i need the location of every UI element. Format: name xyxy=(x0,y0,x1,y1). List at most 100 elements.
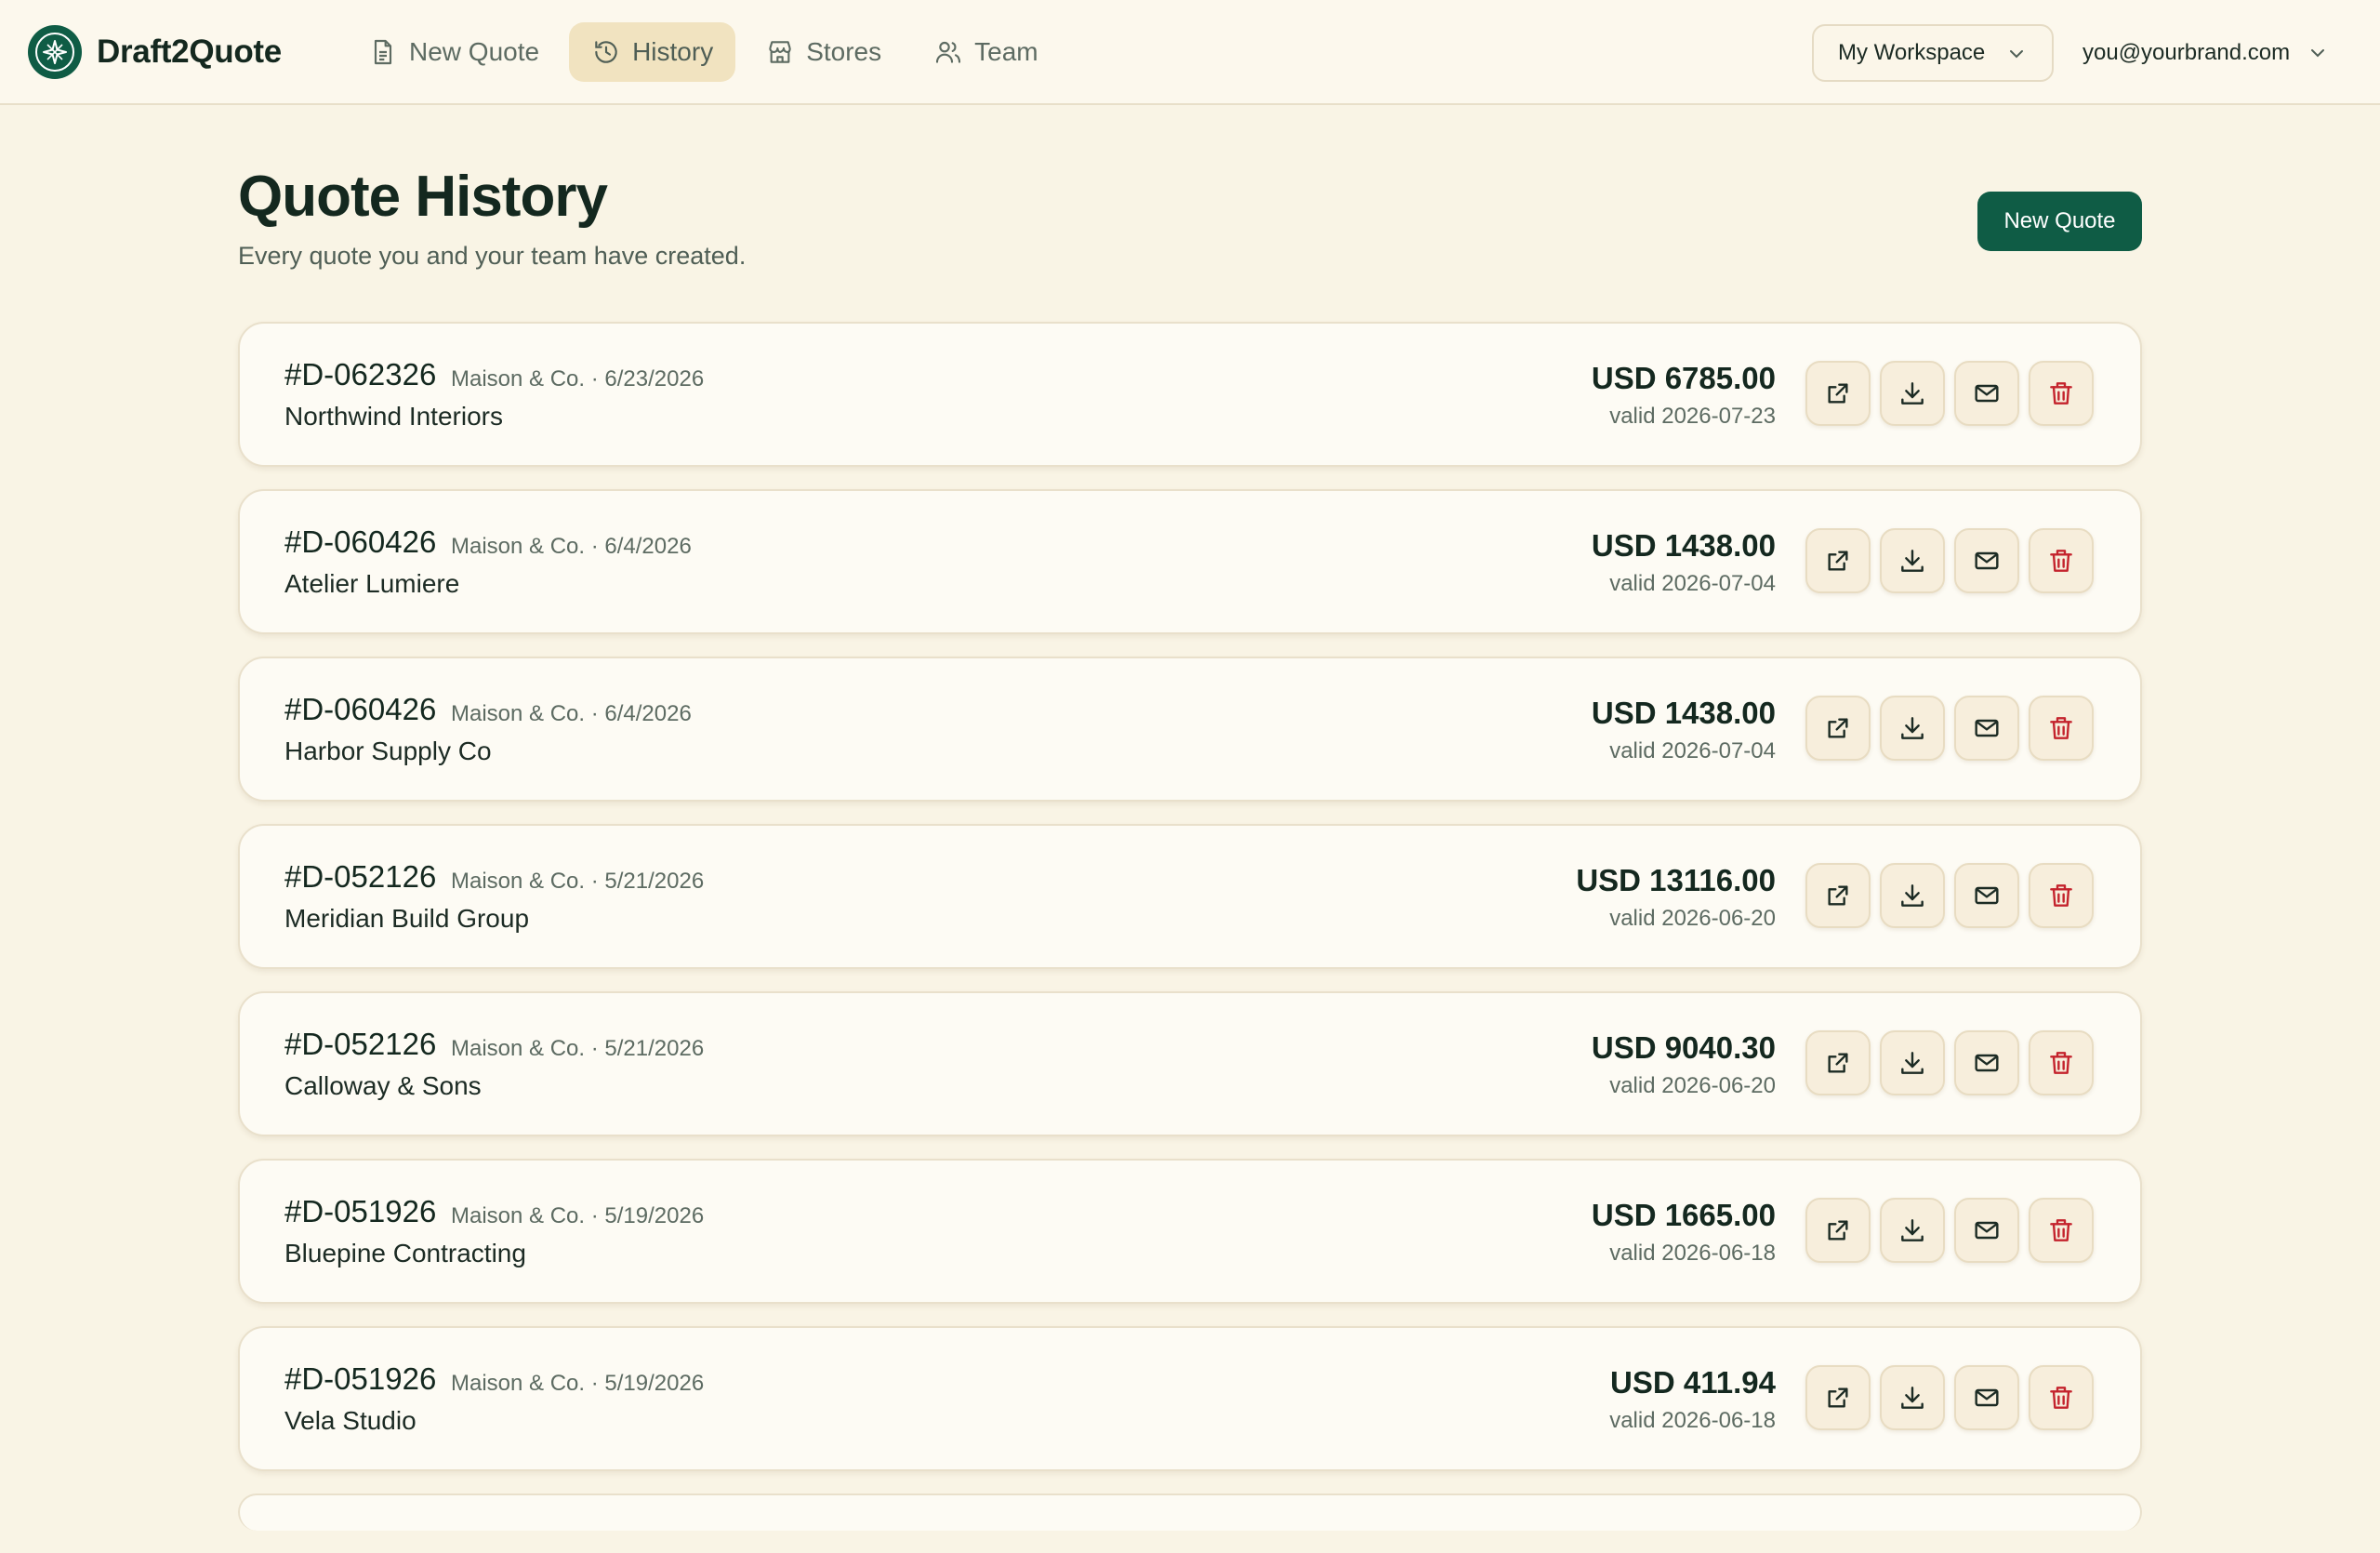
quote-actions xyxy=(1805,361,2103,426)
nav-item-label: New Quote xyxy=(409,37,540,66)
quote-date: 6/4/2026 xyxy=(604,701,692,726)
email-quote-button[interactable] xyxy=(1954,1198,2019,1263)
email-quote-button[interactable] xyxy=(1954,361,2019,426)
delete-quote-button[interactable] xyxy=(2029,528,2094,593)
quote-meta: Maison & Co. · 5/21/2026 xyxy=(451,869,704,895)
quote-actions xyxy=(1805,1365,2103,1430)
quote-card[interactable]: #D-060426 Maison & Co. · 6/4/2026 Atelie… xyxy=(238,489,2142,634)
mail-icon xyxy=(1975,1054,1999,1072)
workspace-switcher[interactable]: My Workspace xyxy=(1812,24,2054,82)
new-quote-button[interactable]: New Quote xyxy=(1977,192,2142,251)
account-menu[interactable]: you@yourbrand.com xyxy=(2082,24,2329,82)
page-subtitle: Every quote you and your team have creat… xyxy=(238,242,747,270)
quote-card[interactable]: #D-052126 Maison & Co. · 5/21/2026 Merid… xyxy=(238,824,2142,969)
nav-item-new-quote[interactable]: New Quote xyxy=(346,22,562,82)
quote-valid-until: valid 2026-06-18 xyxy=(1609,1241,1776,1266)
quote-date: 6/23/2026 xyxy=(604,366,705,392)
mail-icon xyxy=(1975,551,1999,570)
quote-actions xyxy=(1805,1030,2103,1095)
brand[interactable]: Draft2Quote xyxy=(28,25,282,79)
download-quote-button[interactable] xyxy=(1880,1030,1945,1095)
download-icon xyxy=(1901,1052,1924,1074)
nav-item-team[interactable]: Team xyxy=(911,22,1060,82)
open-quote-button[interactable] xyxy=(1805,863,1871,928)
download-icon xyxy=(1901,1219,1924,1241)
quote-meta: Maison & Co. · 6/4/2026 xyxy=(451,701,692,727)
quote-card[interactable] xyxy=(238,1493,2142,1531)
email-quote-button[interactable] xyxy=(1954,696,2019,761)
quote-actions xyxy=(1805,863,2103,928)
quote-date: 5/21/2026 xyxy=(604,1036,705,1061)
download-quote-button[interactable] xyxy=(1880,696,1945,761)
quote-meta: Maison & Co. · 5/21/2026 xyxy=(451,1036,704,1062)
quote-amount: USD 13116.00 xyxy=(1576,863,1776,897)
page-title: Quote History xyxy=(238,165,608,229)
quote-card[interactable]: #D-051926 Maison & Co. · 5/19/2026 Bluep… xyxy=(238,1159,2142,1304)
quote-store: Maison & Co. xyxy=(451,869,586,894)
trash-icon xyxy=(2050,382,2072,405)
open-external-icon xyxy=(1828,718,1848,738)
chevron-down-icon xyxy=(2005,43,2028,65)
quote-valid-until: valid 2026-07-04 xyxy=(1609,571,1776,596)
quote-meta: Maison & Co. · 6/23/2026 xyxy=(451,366,704,392)
open-quote-button[interactable] xyxy=(1805,361,1871,426)
download-quote-button[interactable] xyxy=(1880,528,1945,593)
open-external-icon xyxy=(1828,885,1848,906)
delete-quote-button[interactable] xyxy=(2029,863,2094,928)
download-icon xyxy=(1901,550,1924,572)
email-quote-button[interactable] xyxy=(1954,863,2019,928)
mail-icon xyxy=(1975,384,1999,403)
main-nav: New Quote History Stores Team xyxy=(346,22,1068,82)
open-quote-button[interactable] xyxy=(1805,1198,1871,1263)
quote-card[interactable]: #D-051926 Maison & Co. · 5/19/2026 Vela … xyxy=(238,1326,2142,1471)
delete-quote-button[interactable] xyxy=(2029,361,2094,426)
quote-actions xyxy=(1805,1198,2103,1263)
quote-store: Maison & Co. xyxy=(451,1371,586,1396)
delete-quote-button[interactable] xyxy=(2029,696,2094,761)
download-quote-button[interactable] xyxy=(1880,1365,1945,1430)
nav-item-history[interactable]: History xyxy=(569,22,736,82)
quote-card[interactable]: #D-060426 Maison & Co. · 6/4/2026 Harbor… xyxy=(238,657,2142,802)
open-quote-button[interactable] xyxy=(1805,1030,1871,1095)
quote-client: Atelier Lumiere xyxy=(284,569,460,598)
document-icon xyxy=(368,37,398,67)
quote-store: Maison & Co. xyxy=(451,366,586,392)
delete-quote-button[interactable] xyxy=(2029,1365,2094,1430)
quote-client: Calloway & Sons xyxy=(284,1071,482,1100)
quote-amount: USD 1438.00 xyxy=(1591,528,1776,563)
mail-icon xyxy=(1975,1388,1999,1407)
open-quote-button[interactable] xyxy=(1805,528,1871,593)
email-quote-button[interactable] xyxy=(1954,528,2019,593)
open-quote-button[interactable] xyxy=(1805,1365,1871,1430)
quote-card[interactable]: #D-052126 Maison & Co. · 5/21/2026 Callo… xyxy=(238,991,2142,1136)
meta-separator: · xyxy=(585,1371,605,1396)
nav-item-label: Stores xyxy=(806,37,882,66)
open-external-icon xyxy=(1828,1220,1848,1241)
meta-separator: · xyxy=(585,534,605,559)
quote-card[interactable]: #D-062326 Maison & Co. · 6/23/2026 North… xyxy=(238,322,2142,467)
download-quote-button[interactable] xyxy=(1880,863,1945,928)
open-external-icon xyxy=(1828,383,1848,404)
quote-actions xyxy=(1805,528,2103,593)
open-external-icon xyxy=(1828,1387,1848,1408)
quote-store: Maison & Co. xyxy=(451,534,586,559)
chevron-down-icon xyxy=(2307,42,2329,64)
download-icon xyxy=(1901,717,1924,739)
mail-icon xyxy=(1975,719,1999,737)
nav-item-stores[interactable]: Stores xyxy=(743,22,904,82)
quote-amount: USD 1665.00 xyxy=(1591,1198,1776,1232)
email-quote-button[interactable] xyxy=(1954,1365,2019,1430)
store-icon xyxy=(765,37,795,67)
users-icon xyxy=(933,37,963,67)
download-quote-button[interactable] xyxy=(1880,361,1945,426)
open-quote-button[interactable] xyxy=(1805,696,1871,761)
quote-date: 5/19/2026 xyxy=(604,1371,705,1396)
trash-icon xyxy=(2050,550,2072,572)
quote-id: #D-060426 xyxy=(284,524,437,559)
trash-icon xyxy=(2050,1052,2072,1074)
mail-icon xyxy=(1975,886,1999,905)
email-quote-button[interactable] xyxy=(1954,1030,2019,1095)
delete-quote-button[interactable] xyxy=(2029,1198,2094,1263)
download-quote-button[interactable] xyxy=(1880,1198,1945,1263)
delete-quote-button[interactable] xyxy=(2029,1030,2094,1095)
